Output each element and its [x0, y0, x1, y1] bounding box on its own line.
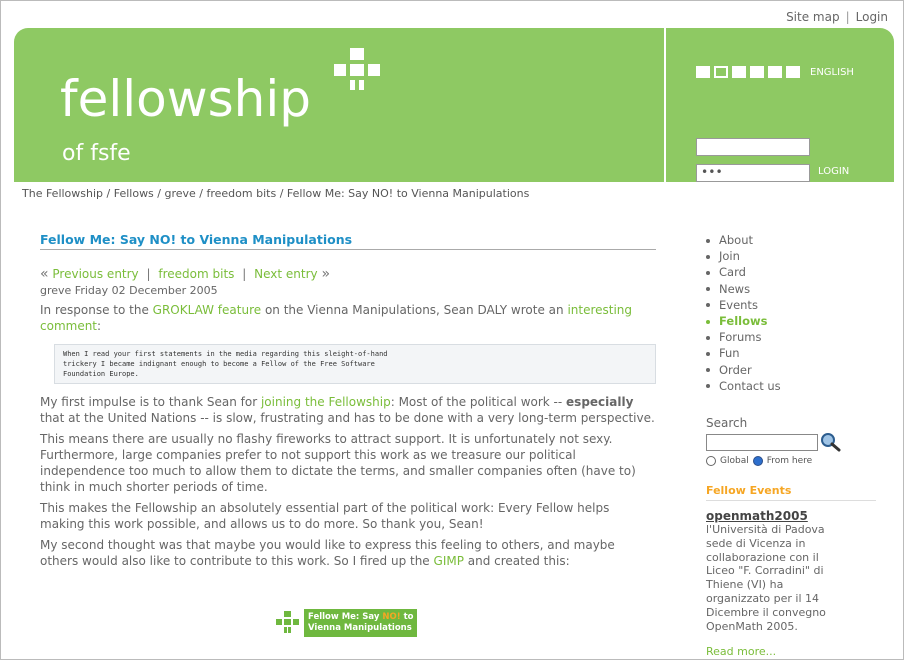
sidebar-item-news[interactable]: News: [706, 281, 876, 297]
label: Card: [719, 265, 746, 280]
global-label[interactable]: Global: [720, 456, 749, 466]
entry-navigation: « Previous entry | freedom bits | Next e…: [40, 266, 656, 282]
sidebar-item-events[interactable]: Events: [706, 297, 876, 313]
from-here-radio[interactable]: [752, 456, 763, 467]
label: About: [719, 233, 754, 247]
banner-text: Fellow Me: Say NO! to Vienna Manipulatio…: [304, 609, 418, 637]
global-radio[interactable]: [706, 456, 716, 467]
logo-subtitle: of fsfe: [62, 141, 131, 166]
previous-entry-link[interactable]: Previous entry: [52, 267, 138, 281]
paragraph: My first impulse is to thank Sean for jo…: [40, 394, 656, 426]
text: Vienna Manipulations: [308, 623, 412, 633]
text: :: [97, 319, 102, 333]
header-user-panel: ENGLISH ••• LOGIN: [666, 28, 894, 182]
header-banner: fellowship of fsfe: [14, 28, 664, 182]
lang-square-icon[interactable]: [786, 66, 800, 78]
blog-home-link[interactable]: freedom bits: [158, 267, 234, 281]
search-heading: Search: [706, 416, 748, 431]
sidebar: About Join Card News Events Fellows Foru…: [706, 232, 876, 658]
text: NO!: [382, 612, 401, 622]
label: Join: [719, 249, 740, 264]
emphasis: especially: [566, 395, 634, 409]
username-field[interactable]: [696, 138, 810, 156]
text: In response to the: [40, 303, 153, 317]
text: to: [400, 612, 414, 622]
fellowship-logo-icon: [334, 48, 382, 100]
blockquote: When I read your first statements in the…: [54, 344, 656, 384]
lang-square-icon[interactable]: [714, 66, 728, 78]
label: Contact us: [719, 378, 781, 393]
paragraph: In response to the GROKLAW feature on th…: [40, 302, 656, 334]
logo-title[interactable]: fellowship: [60, 70, 311, 128]
sidebar-item-join[interactable]: Join: [706, 248, 876, 264]
text: and created this:: [463, 554, 570, 568]
language-selector[interactable]: ENGLISH: [696, 66, 854, 78]
lang-square-icon[interactable]: [732, 66, 746, 78]
previous-arrow-icon[interactable]: «: [40, 266, 49, 282]
paragraph: This makes the Fellowship an absolutely …: [40, 501, 610, 531]
event-description: l'Università di Padova sede di Vicenza i…: [706, 523, 826, 633]
label: Fellows: [719, 314, 768, 329]
sidebar-item-card[interactable]: Card: [706, 264, 876, 280]
search-input[interactable]: [706, 433, 818, 451]
text: Fellow Me: Say: [308, 612, 383, 622]
post-title[interactable]: Fellow Me: Say NO! to Vienna Manipulatio…: [40, 232, 656, 250]
post-meta: greve Friday 02 December 2005: [40, 284, 218, 297]
from-here-label[interactable]: From here: [767, 456, 812, 466]
text: that at the United Nations -- is slow, f…: [40, 411, 655, 425]
gimp-link[interactable]: GIMP: [434, 554, 464, 568]
sidebar-item-order[interactable]: Order: [706, 362, 876, 378]
paragraph: This means there are usually no flashy f…: [40, 432, 636, 494]
sidebar-item-fun[interactable]: Fun: [706, 345, 876, 361]
top-links: Site map | Login: [786, 10, 888, 24]
label: Forums: [719, 330, 762, 345]
nav-separator: |: [146, 267, 151, 281]
search-scope: Global From here: [706, 456, 876, 467]
nav-separator: |: [242, 267, 247, 281]
sidebar-item-about[interactable]: About: [706, 232, 876, 248]
paragraph: My second thought was that maybe you wou…: [40, 537, 656, 569]
text: : Most of the political work --: [390, 395, 567, 409]
top-links-separator: |: [845, 10, 850, 24]
language-label[interactable]: ENGLISH: [810, 67, 854, 78]
lang-square-icon[interactable]: [696, 66, 710, 78]
next-arrow-icon[interactable]: »: [321, 266, 330, 282]
search-row: [706, 432, 876, 452]
text: on the Vienna Manipulations, Sean DALY w…: [261, 303, 568, 317]
search-icon[interactable]: [820, 432, 842, 452]
breadcrumb[interactable]: The Fellowship / Fellows / greve / freed…: [22, 187, 529, 200]
fellow-events-heading: Fellow Events: [706, 484, 876, 502]
sidebar-item-contact[interactable]: Contact us: [706, 378, 876, 394]
label: Events: [719, 297, 758, 312]
read-more-link[interactable]: Read more...: [706, 645, 876, 658]
label: Order: [719, 362, 752, 377]
sidebar-item-fellows[interactable]: Fellows: [706, 313, 876, 329]
label: News: [719, 281, 751, 296]
next-entry-link[interactable]: Next entry: [254, 267, 318, 281]
groklaw-link[interactable]: GROKLAW feature: [153, 303, 261, 317]
site-map-link[interactable]: Site map: [786, 10, 840, 24]
password-field[interactable]: •••: [696, 164, 810, 182]
main-content: Fellow Me: Say NO! to Vienna Manipulatio…: [40, 232, 656, 569]
sidebar-nav: About Join Card News Events Fellows Foru…: [706, 232, 876, 394]
fellowship-logo-icon: [276, 611, 300, 635]
event-title-link[interactable]: openmath2005: [706, 509, 876, 523]
lang-square-icon[interactable]: [750, 66, 764, 78]
lang-square-icon[interactable]: [768, 66, 782, 78]
fellow-me-banner[interactable]: Fellow Me: Say NO! to Vienna Manipulatio…: [276, 608, 424, 638]
sidebar-item-forums[interactable]: Forums: [706, 329, 876, 345]
login-link[interactable]: Login: [856, 10, 888, 24]
label: Fun: [719, 346, 740, 361]
joining-fellowship-link[interactable]: joining the Fellowship: [261, 395, 391, 409]
login-button[interactable]: LOGIN: [818, 166, 849, 177]
text: My first impulse is to thank Sean for: [40, 395, 261, 409]
